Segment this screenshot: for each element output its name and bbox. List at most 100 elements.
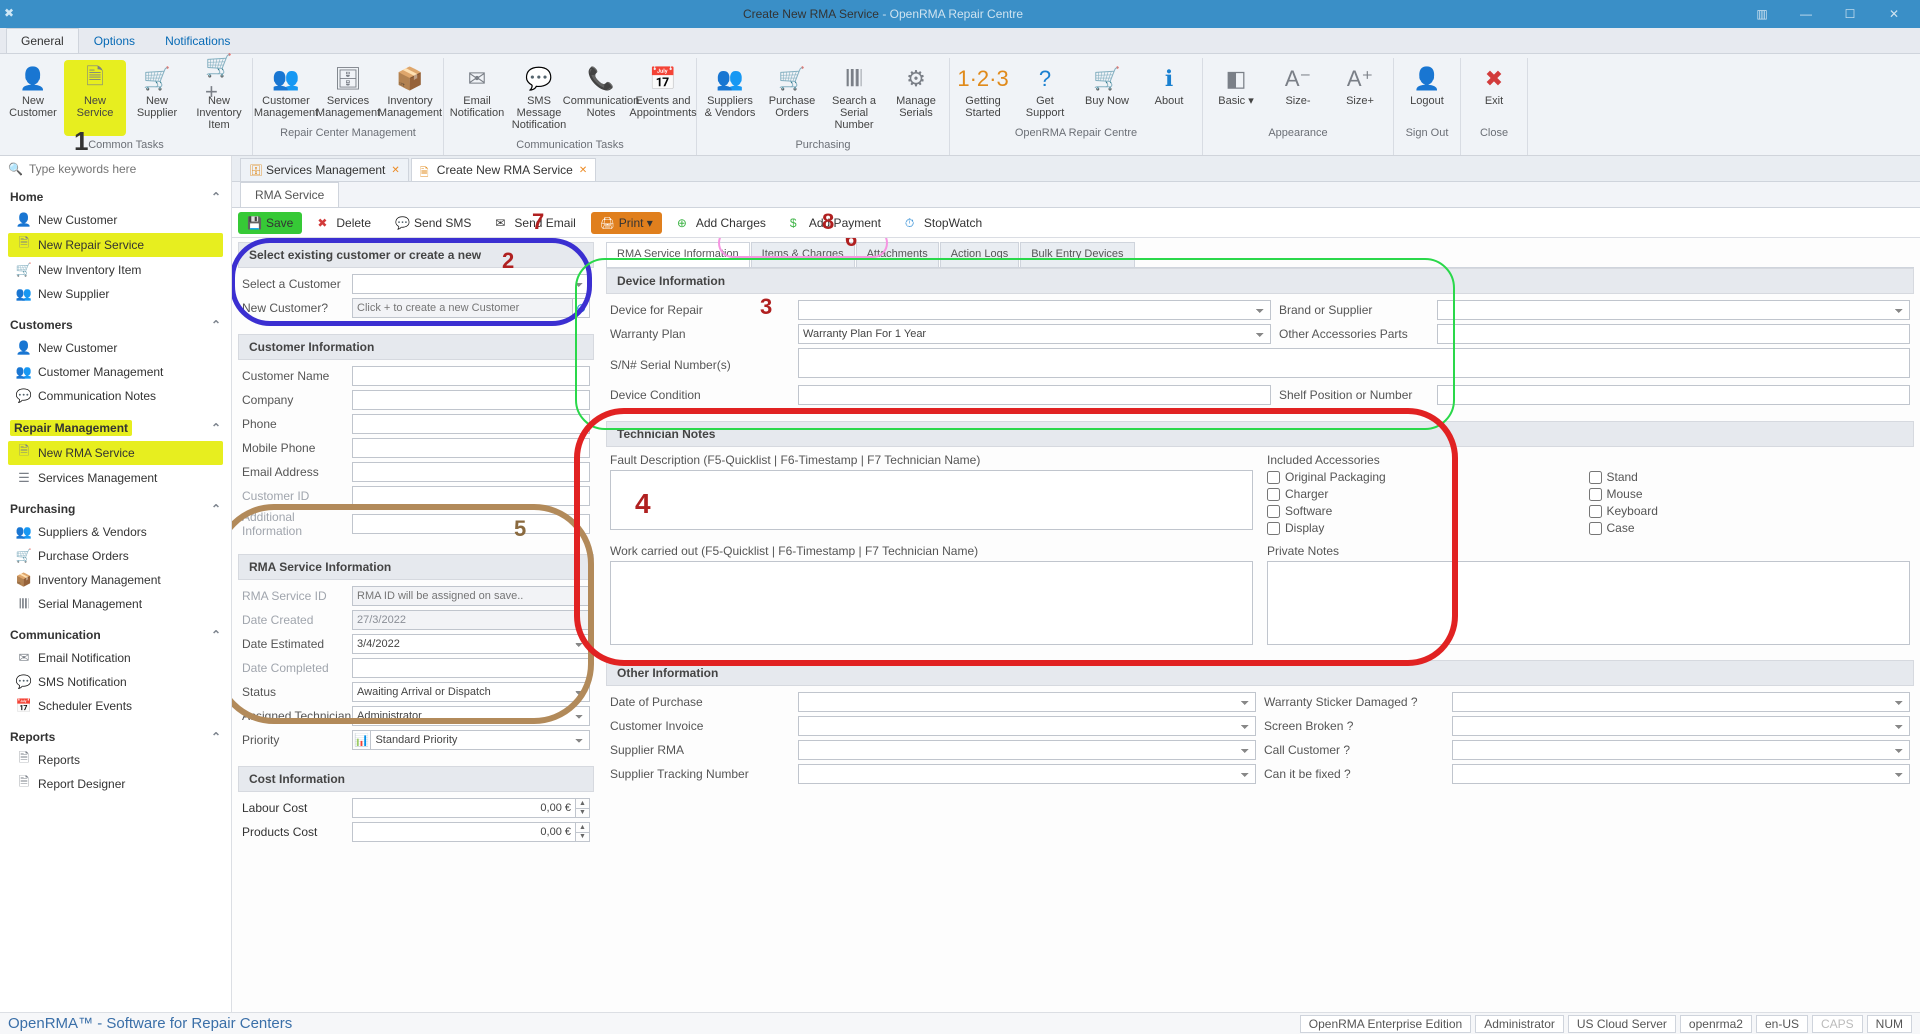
- products-cost-input[interactable]: [352, 822, 576, 842]
- nav-email-notification[interactable]: ✉Email Notification: [0, 646, 231, 670]
- labour-cost-input[interactable]: [352, 798, 576, 818]
- nav-header-repair-management[interactable]: Repair Management⌃: [0, 416, 231, 440]
- ribbon-about[interactable]: ℹAbout: [1138, 60, 1200, 124]
- status-select[interactable]: Awaiting Arrival or Dispatch: [352, 682, 590, 702]
- ribbon-events-appointments[interactable]: 📅Events and Appointments: [632, 60, 694, 136]
- customer-id-input[interactable]: [352, 486, 590, 506]
- ribbon-size-plus[interactable]: A⁺Size+: [1329, 60, 1391, 124]
- mobile-phone-input[interactable]: [352, 438, 590, 458]
- email-address-input[interactable]: [352, 462, 590, 482]
- tb-send-sms[interactable]: 💬Send SMS: [386, 212, 480, 234]
- tb-save[interactable]: 💾Save: [238, 212, 302, 234]
- nav-new-customer[interactable]: 👤New Customer: [0, 208, 231, 232]
- select-customer[interactable]: [352, 274, 590, 294]
- nav-report-designer[interactable]: 🗎Report Designer: [0, 772, 231, 796]
- add-customer-icon[interactable]: ⊕: [573, 298, 590, 318]
- ribbon-manage-serials[interactable]: ⚙Manage Serials: [885, 60, 947, 136]
- rtab-bulk-entry-devices[interactable]: Bulk Entry Devices: [1020, 242, 1134, 267]
- screen-broken--select[interactable]: [1452, 716, 1910, 736]
- date-completed-input[interactable]: [352, 658, 590, 678]
- ribbon-new-supplier[interactable]: 🛒New Supplier: [126, 60, 188, 136]
- supplier-rma-select[interactable]: [798, 740, 1256, 760]
- work-textarea[interactable]: [610, 561, 1253, 645]
- ck-display[interactable]: Display: [1267, 521, 1589, 535]
- close-tab-icon[interactable]: ✕: [579, 165, 587, 176]
- condition-input[interactable]: [798, 385, 1271, 405]
- ribbon-inventory-management[interactable]: 📦Inventory Management: [379, 60, 441, 124]
- nav-header-reports[interactable]: Reports⌃: [0, 726, 231, 748]
- tb-add-charges[interactable]: ⊕Add Charges: [668, 212, 775, 234]
- nav-communication-notes[interactable]: 💬Communication Notes: [0, 384, 231, 408]
- ck-case[interactable]: Case: [1589, 521, 1911, 535]
- minimize-button[interactable]: —: [1784, 0, 1828, 28]
- ck-charger[interactable]: Charger: [1267, 487, 1589, 501]
- ribbon-new-customer[interactable]: 👤New Customer: [2, 60, 64, 136]
- ribbon-buy-now[interactable]: 🛒Buy Now: [1076, 60, 1138, 124]
- ribbon-getting-started[interactable]: 1·2·3Getting Started: [952, 60, 1014, 124]
- tb-add-payment[interactable]: $Add Payment: [781, 212, 890, 234]
- window-help-icon[interactable]: ▥: [1740, 0, 1784, 28]
- ribbon-customer-management[interactable]: 👥Customer Management: [255, 60, 317, 124]
- tb-delete[interactable]: ✖Delete: [308, 212, 380, 234]
- ribbon-purchase-orders[interactable]: 🛒Purchase Orders: [761, 60, 823, 136]
- nav-header-communication[interactable]: Communication⌃: [0, 624, 231, 646]
- nav-customer-management[interactable]: 👥Customer Management: [0, 360, 231, 384]
- ribbon-exit[interactable]: ✖Exit: [1463, 60, 1525, 124]
- date-of-purchase-select[interactable]: [798, 692, 1256, 712]
- can-it-be-fixed--select[interactable]: [1452, 764, 1910, 784]
- rtab-attachments[interactable]: Attachments: [856, 242, 939, 267]
- nav-header-purchasing[interactable]: Purchasing⌃: [0, 498, 231, 520]
- nav-new-rma-service[interactable]: 🗎New RMA Service: [8, 441, 223, 465]
- company-input[interactable]: [352, 390, 590, 410]
- nav-new-inventory-item[interactable]: 🛒New Inventory Item: [0, 258, 231, 282]
- search-input[interactable]: [29, 162, 223, 176]
- ck-original-packaging[interactable]: Original Packaging: [1267, 470, 1589, 484]
- warranty-sticker-damaged--select[interactable]: [1452, 692, 1910, 712]
- tb-print[interactable]: 🖨Print ▾: [591, 212, 662, 234]
- ribbon-size-minus[interactable]: A⁻Size-: [1267, 60, 1329, 124]
- new-customer-input[interactable]: [352, 298, 573, 318]
- ck-keyboard[interactable]: Keyboard: [1589, 504, 1911, 518]
- private-textarea[interactable]: [1267, 561, 1910, 645]
- date-estimated-select[interactable]: 3/4/2022: [352, 634, 590, 654]
- ribbon-new-service[interactable]: 🗎New Service: [64, 60, 126, 136]
- rtab-items-charges[interactable]: Items & Charges: [751, 242, 855, 267]
- nav-header-home[interactable]: Home⌃: [0, 186, 231, 208]
- nav-services-management[interactable]: ☰Services Management: [0, 466, 231, 490]
- customer-invoice-select[interactable]: [798, 716, 1256, 736]
- rtab-action-logs[interactable]: Action Logs: [940, 242, 1019, 267]
- customer-name-input[interactable]: [352, 366, 590, 386]
- nav-scheduler-events[interactable]: 📅Scheduler Events: [0, 694, 231, 718]
- side-search[interactable]: 🔍: [0, 156, 231, 182]
- additional-information-input[interactable]: [352, 514, 590, 534]
- products-spinner[interactable]: ▲▼: [576, 822, 590, 842]
- phone-input[interactable]: [352, 414, 590, 434]
- nav-sms-notification[interactable]: 💬SMS Notification: [0, 670, 231, 694]
- device-select[interactable]: [798, 300, 1271, 320]
- brand-select[interactable]: [1437, 300, 1910, 320]
- menu-tab-notifications[interactable]: Notifications: [150, 28, 245, 53]
- ribbon-basic-theme[interactable]: ◧Basic ▾: [1205, 60, 1267, 124]
- nav-suppliers-&-vendors[interactable]: 👥Suppliers & Vendors: [0, 520, 231, 544]
- shelf-input[interactable]: [1437, 385, 1910, 405]
- nav-header-customers[interactable]: Customers⌃: [0, 314, 231, 336]
- ribbon-search-serial[interactable]: 𝄃𝄃𝄃Search a Serial Number: [823, 60, 885, 136]
- ck-mouse[interactable]: Mouse: [1589, 487, 1911, 501]
- ribbon-new-inventory-item[interactable]: 🛒+New Inventory Item: [188, 60, 250, 136]
- nav-reports[interactable]: 🗎Reports: [0, 748, 231, 772]
- supplier-tracking-number-select[interactable]: [798, 764, 1256, 784]
- fault-textarea[interactable]: [610, 470, 1253, 530]
- ck-software[interactable]: Software: [1267, 504, 1589, 518]
- tb-stopwatch[interactable]: ⏱StopWatch: [896, 212, 991, 234]
- menu-tab-general[interactable]: General: [6, 28, 79, 53]
- tb-send-email[interactable]: ✉Send Email: [486, 212, 584, 234]
- nav-new-supplier[interactable]: 👥New Supplier: [0, 282, 231, 306]
- rtab-rma-service-information[interactable]: RMA Service Information: [606, 242, 750, 267]
- nav-new-repair-service[interactable]: 🗎New Repair Service: [8, 233, 223, 257]
- ck-stand[interactable]: Stand: [1589, 470, 1911, 484]
- call-customer--select[interactable]: [1452, 740, 1910, 760]
- menu-tab-options[interactable]: Options: [79, 28, 150, 53]
- warranty-select[interactable]: Warranty Plan For 1 Year: [798, 324, 1271, 344]
- nav-purchase-orders[interactable]: 🛒Purchase Orders: [0, 544, 231, 568]
- ribbon-suppliers-vendors[interactable]: 👥Suppliers & Vendors: [699, 60, 761, 136]
